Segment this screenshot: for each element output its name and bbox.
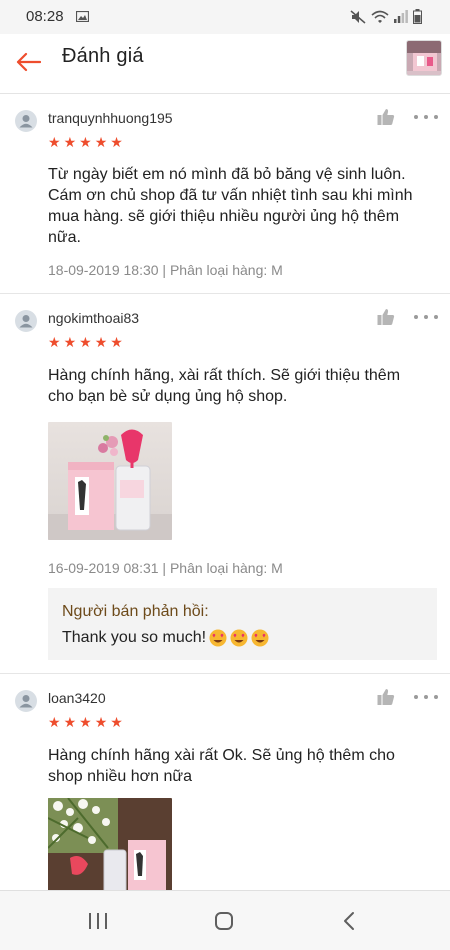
status-icons [350, 9, 422, 24]
review-text-line: mua hàng. sẽ giới thiệu nhiều người ủng … [48, 208, 400, 225]
star-icon: ★ [48, 714, 61, 730]
review-meta: 16-09-2019 08:31 | Phân loại hàng: M [48, 560, 283, 576]
star-icon: ★ [48, 134, 61, 150]
mute-icon [350, 9, 366, 24]
page-title: Đánh giá [62, 45, 144, 67]
user-avatar-icon [19, 695, 33, 708]
wifi-icon [371, 10, 389, 23]
battery-icon [413, 9, 422, 24]
chevron-left-icon [344, 912, 354, 930]
star-icon: ★ [79, 134, 92, 150]
avatar[interactable] [15, 110, 37, 132]
home-icon [215, 912, 233, 930]
review-text-line: cho bạn bè sử dụng ủng hộ shop. [48, 388, 288, 405]
like-button[interactable] [376, 107, 396, 127]
home-button[interactable] [208, 905, 240, 937]
review-username[interactable]: ngokimthoai83 [48, 310, 139, 326]
avatar[interactable] [15, 310, 37, 332]
reviews-list[interactable]: tranquynhhuong195 ★ ★ ★ ★ ★ Từ ngày biết… [0, 94, 450, 890]
product-photo-image [48, 422, 172, 540]
review-text-line: Cám ơn chủ shop đã tư vấn nhiệt tình sau… [48, 187, 413, 204]
seller-reply: Người bán phản hồi: Thank you so much! [48, 588, 437, 660]
review-text: Hàng chính hãng xài rất Ok. Sẽ ủng hộ th… [48, 745, 428, 787]
nav-back-button[interactable] [333, 905, 365, 937]
seller-reply-text: Thank you so much! [62, 627, 423, 648]
seller-reply-message: Thank you so much! [62, 629, 207, 646]
star-rating: ★ ★ ★ ★ ★ [48, 135, 123, 149]
like-button[interactable] [376, 307, 396, 327]
star-rating: ★ ★ ★ ★ ★ [48, 715, 123, 729]
review-item: tranquynhhuong195 ★ ★ ★ ★ ★ Từ ngày biết… [0, 94, 450, 294]
gallery-notification-icon [76, 11, 89, 22]
recent-apps-button[interactable] [82, 905, 114, 937]
star-rating: ★ ★ ★ ★ ★ [48, 335, 123, 349]
star-icon: ★ [94, 714, 108, 730]
star-icon: ★ [63, 714, 77, 730]
star-icon: ★ [79, 714, 92, 730]
review-text: Từ ngày biết em nó mình đã bỏ băng vệ si… [48, 164, 428, 248]
star-icon: ★ [94, 134, 108, 150]
star-icon: ★ [48, 334, 61, 350]
back-button[interactable] [10, 44, 46, 80]
user-avatar-icon [19, 315, 33, 328]
more-options-button[interactable] [414, 307, 438, 327]
review-username[interactable]: loan3420 [48, 690, 106, 706]
product-image [407, 41, 441, 75]
more-options-button[interactable] [414, 687, 438, 707]
star-icon: ★ [110, 134, 123, 150]
review-item: ngokimthoai83 ★ ★ ★ ★ ★ Hàng chính hãng,… [0, 294, 450, 674]
avatar[interactable] [15, 690, 37, 712]
star-icon: ★ [110, 334, 123, 350]
like-button[interactable] [376, 687, 396, 707]
thumbs-up-icon [377, 309, 395, 325]
review-photo[interactable] [48, 422, 172, 540]
review-text-line: shop nhiều hơn nữa [48, 768, 192, 785]
more-options-button[interactable] [414, 107, 438, 127]
review-text: Hàng chính hãng, xài rất thích. Sẽ giới … [48, 365, 428, 407]
review-text-line: Từ ngày biết em nó mình đã bỏ băng vệ si… [48, 166, 406, 183]
review-text-line: Hàng chính hãng, xài rất thích. Sẽ giới … [48, 367, 401, 384]
heart-eyes-emoji-icon [251, 629, 269, 646]
heart-eyes-emoji-icon [230, 629, 248, 646]
seller-reply-title: Người bán phản hồi: [62, 603, 209, 620]
review-photo[interactable] [48, 798, 172, 890]
status-time: 08:28 [26, 8, 64, 25]
recent-apps-icon [89, 913, 107, 929]
thumbs-up-icon [377, 109, 395, 125]
review-text-line: nữa. [48, 229, 81, 246]
system-navigation-bar [0, 890, 450, 950]
review-username[interactable]: tranquynhhuong195 [48, 110, 173, 126]
signal-icon [394, 10, 408, 23]
star-icon: ★ [63, 334, 77, 350]
review-meta: 18-09-2019 18:30 | Phân loại hàng: M [48, 262, 283, 278]
star-icon: ★ [94, 334, 108, 350]
review-item: loan3420 ★ ★ ★ ★ ★ Hàng chính hãng xài r… [0, 674, 450, 890]
star-icon: ★ [110, 714, 123, 730]
arrow-left-icon [16, 52, 41, 72]
review-text-line: Hàng chính hãng xài rất Ok. Sẽ ủng hộ th… [48, 747, 395, 764]
heart-eyes-emoji-icon [209, 629, 227, 646]
user-avatar-icon [19, 115, 33, 128]
product-thumbnail[interactable] [406, 40, 442, 76]
star-icon: ★ [63, 134, 77, 150]
app-bar: Đánh giá [0, 34, 450, 94]
product-photo-image [48, 798, 172, 890]
thumbs-up-icon [377, 689, 395, 705]
star-icon: ★ [79, 334, 92, 350]
status-bar: 08:28 [0, 0, 450, 34]
